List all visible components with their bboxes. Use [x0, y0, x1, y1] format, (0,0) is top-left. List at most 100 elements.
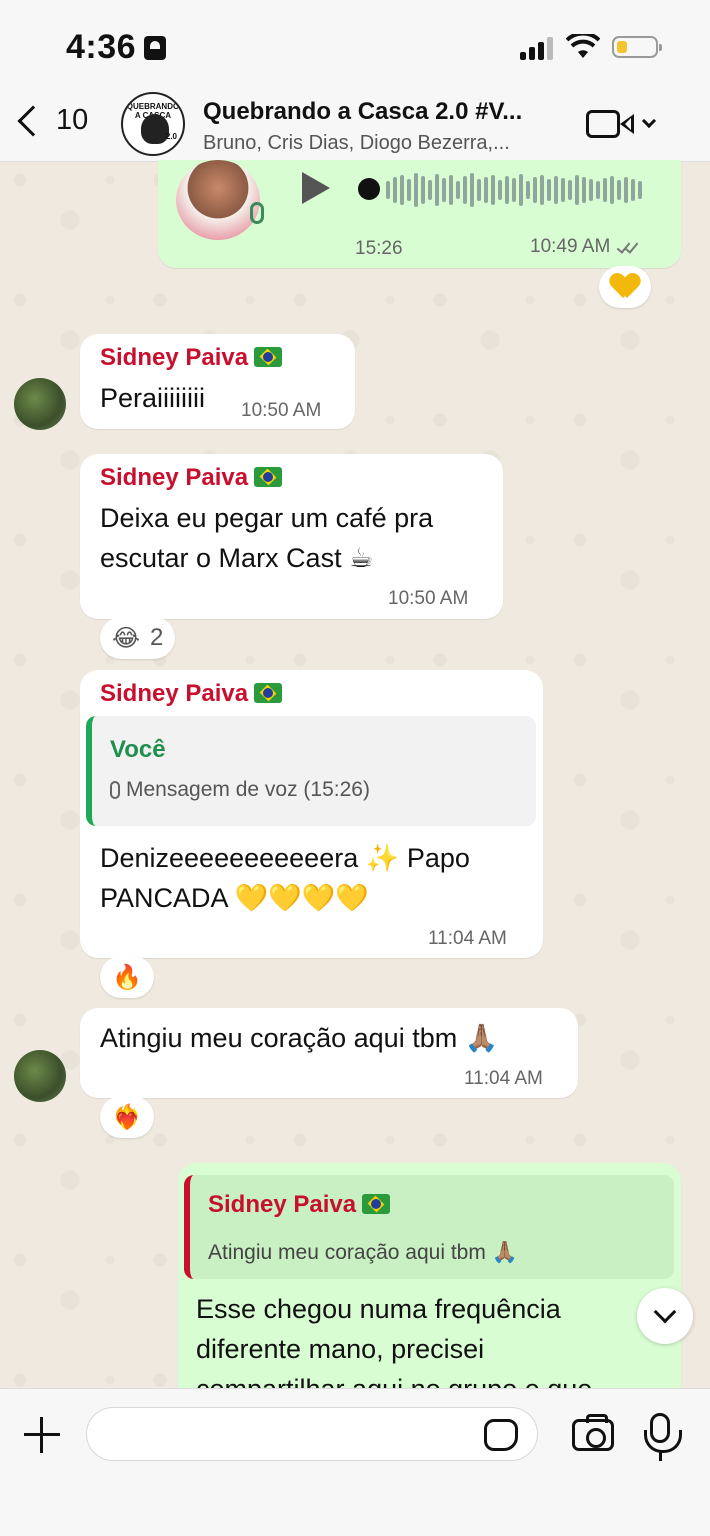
message-text: Peraiiiiiiii — [100, 383, 206, 413]
video-camera-icon — [586, 110, 620, 138]
waveform-bar — [498, 180, 502, 200]
message-text: Denizeeeeeeeeeeera ✨ Papo — [100, 843, 470, 873]
play-icon[interactable] — [302, 172, 330, 204]
audio-waveform[interactable] — [386, 170, 642, 210]
waveform-bar — [400, 175, 404, 205]
waveform-bar — [477, 179, 481, 201]
message-input[interactable] — [86, 1407, 538, 1461]
waveform-bar — [554, 176, 558, 204]
quote-author: Você — [110, 736, 166, 763]
waveform-bar — [428, 180, 432, 200]
fire-emoji-icon: 🔥 — [112, 963, 142, 991]
message-text: PANCADA 💛💛💛💛 — [100, 883, 370, 913]
waveform-bar — [519, 174, 523, 206]
camera-button[interactable] — [572, 1414, 614, 1451]
avatar[interactable] — [14, 378, 66, 430]
message-time: 10:50 AM — [241, 400, 322, 421]
waveform-bar — [463, 176, 467, 204]
status-bar: 4:36 — [0, 0, 710, 90]
composer-bar — [0, 1388, 710, 1536]
sender-name[interactable]: Sidney Paiva — [100, 464, 248, 491]
playback-scrubber[interactable] — [358, 178, 380, 200]
brazil-flag-icon — [254, 683, 283, 703]
quoted-message[interactable]: Sidney Paiva Atingiu meu coração aqui tb… — [184, 1175, 674, 1279]
message-bubble[interactable]: Sidney Paiva Atingiu meu coração aqui tb… — [178, 1163, 681, 1423]
brazil-flag-icon — [362, 1194, 391, 1214]
reaction-badge[interactable] — [599, 266, 651, 308]
message-bubble[interactable]: Sidney Paiva Deixa eu pegar um café pra … — [80, 454, 503, 619]
waveform-bar — [407, 179, 411, 201]
waveform-bar — [456, 181, 460, 199]
reaction-count: 2 — [150, 624, 164, 651]
waveform-bar — [393, 177, 397, 203]
group-title[interactable]: Quebrando a Casca 2.0 #V... — [203, 98, 522, 126]
waveform-bar — [442, 178, 446, 202]
group-members[interactable]: Bruno, Cris Dias, Diogo Bezerra,... — [203, 132, 510, 155]
quoted-message[interactable]: Você Mensagem de voz (15:26) — [86, 716, 536, 826]
chat-header: 10 QUEBRANDO A CASCA 2.0 Quebrando a Cas… — [0, 90, 710, 162]
sender-avatar — [176, 160, 260, 240]
message-text: Esse chegou numa frequência — [196, 1294, 561, 1324]
back-button[interactable]: 10 — [14, 104, 88, 137]
focus-id-icon — [144, 36, 166, 60]
sticker-icon[interactable] — [484, 1419, 518, 1451]
cellular-signal-icon — [520, 36, 556, 60]
quote-author: Sidney Paiva — [208, 1191, 357, 1218]
waveform-bar — [386, 181, 390, 199]
group-avatar[interactable]: QUEBRANDO A CASCA 2.0 — [121, 92, 185, 156]
waveform-bar — [568, 180, 572, 200]
waveform-bar — [491, 175, 495, 205]
waveform-bar — [617, 180, 621, 200]
brazil-flag-icon — [254, 347, 283, 367]
waveform-bar — [596, 181, 600, 199]
message-bubble[interactable]: Atingiu meu coração aqui tbm 🙏🏽 11:04 AM — [80, 1008, 578, 1098]
message-text: diferente mano, precisei — [196, 1334, 485, 1364]
waveform-bar — [414, 173, 418, 207]
waveform-bar — [470, 173, 474, 207]
voice-duration: 15:26 — [355, 238, 403, 259]
attach-plus-button[interactable] — [24, 1417, 60, 1453]
read-receipt-icon — [616, 239, 640, 254]
battery-icon — [612, 36, 662, 58]
voice-record-button[interactable] — [644, 1413, 682, 1453]
reaction-badge[interactable]: ❤️‍🔥 — [100, 1096, 154, 1138]
message-bubble[interactable]: Sidney Paiva Você Mensagem de voz (15:26… — [80, 670, 543, 958]
message-text: Atingiu meu coração aqui tbm 🙏🏽 — [100, 1023, 499, 1053]
unread-count: 10 — [56, 104, 89, 136]
waveform-bar — [484, 177, 488, 203]
waveform-bar — [421, 176, 425, 204]
message-bubble[interactable]: Sidney Paiva Peraiiiiiiii 10:50 AM — [80, 334, 355, 429]
mic-icon — [250, 202, 264, 224]
sender-name[interactable]: Sidney Paiva — [100, 344, 248, 371]
message-text: escutar o Marx Cast ☕ — [100, 543, 374, 573]
message-time: 11:04 AM — [464, 1068, 543, 1089]
waveform-bar — [582, 177, 586, 203]
waveform-bar — [435, 174, 439, 206]
reaction-badge[interactable]: 😂 2 — [100, 617, 176, 659]
waveform-bar — [540, 175, 544, 205]
message-text: Deixa eu pegar um café pra — [100, 503, 434, 533]
waveform-bar — [624, 177, 628, 203]
avatar[interactable] — [14, 1050, 66, 1102]
heart-on-fire-emoji-icon: ❤️‍🔥 — [112, 1103, 142, 1131]
waveform-bar — [512, 178, 516, 202]
sender-name[interactable]: Sidney Paiva — [100, 680, 248, 707]
waveform-bar — [638, 181, 642, 199]
scroll-to-bottom-button[interactable] — [637, 1288, 693, 1344]
message-time: 11:04 AM — [428, 928, 507, 949]
video-call-button[interactable] — [586, 108, 658, 144]
message-time: 10:49 AM — [530, 236, 611, 257]
waveform-bar — [575, 175, 579, 205]
waveform-bar — [547, 179, 551, 201]
quote-text: Mensagem de voz (15:26) — [126, 778, 370, 801]
waveform-bar — [603, 178, 607, 202]
reaction-badge[interactable]: 🔥 — [100, 956, 154, 998]
waveform-bar — [561, 178, 565, 202]
message-time: 10:50 AM — [388, 588, 469, 609]
yellow-heart-icon — [611, 274, 639, 300]
wifi-icon — [566, 34, 600, 58]
status-time: 4:36 — [66, 28, 137, 66]
waveform-bar — [505, 176, 509, 204]
waveform-bar — [533, 177, 537, 203]
quote-text: Atingiu meu coração aqui tbm 🙏🏽 — [208, 1241, 518, 1264]
